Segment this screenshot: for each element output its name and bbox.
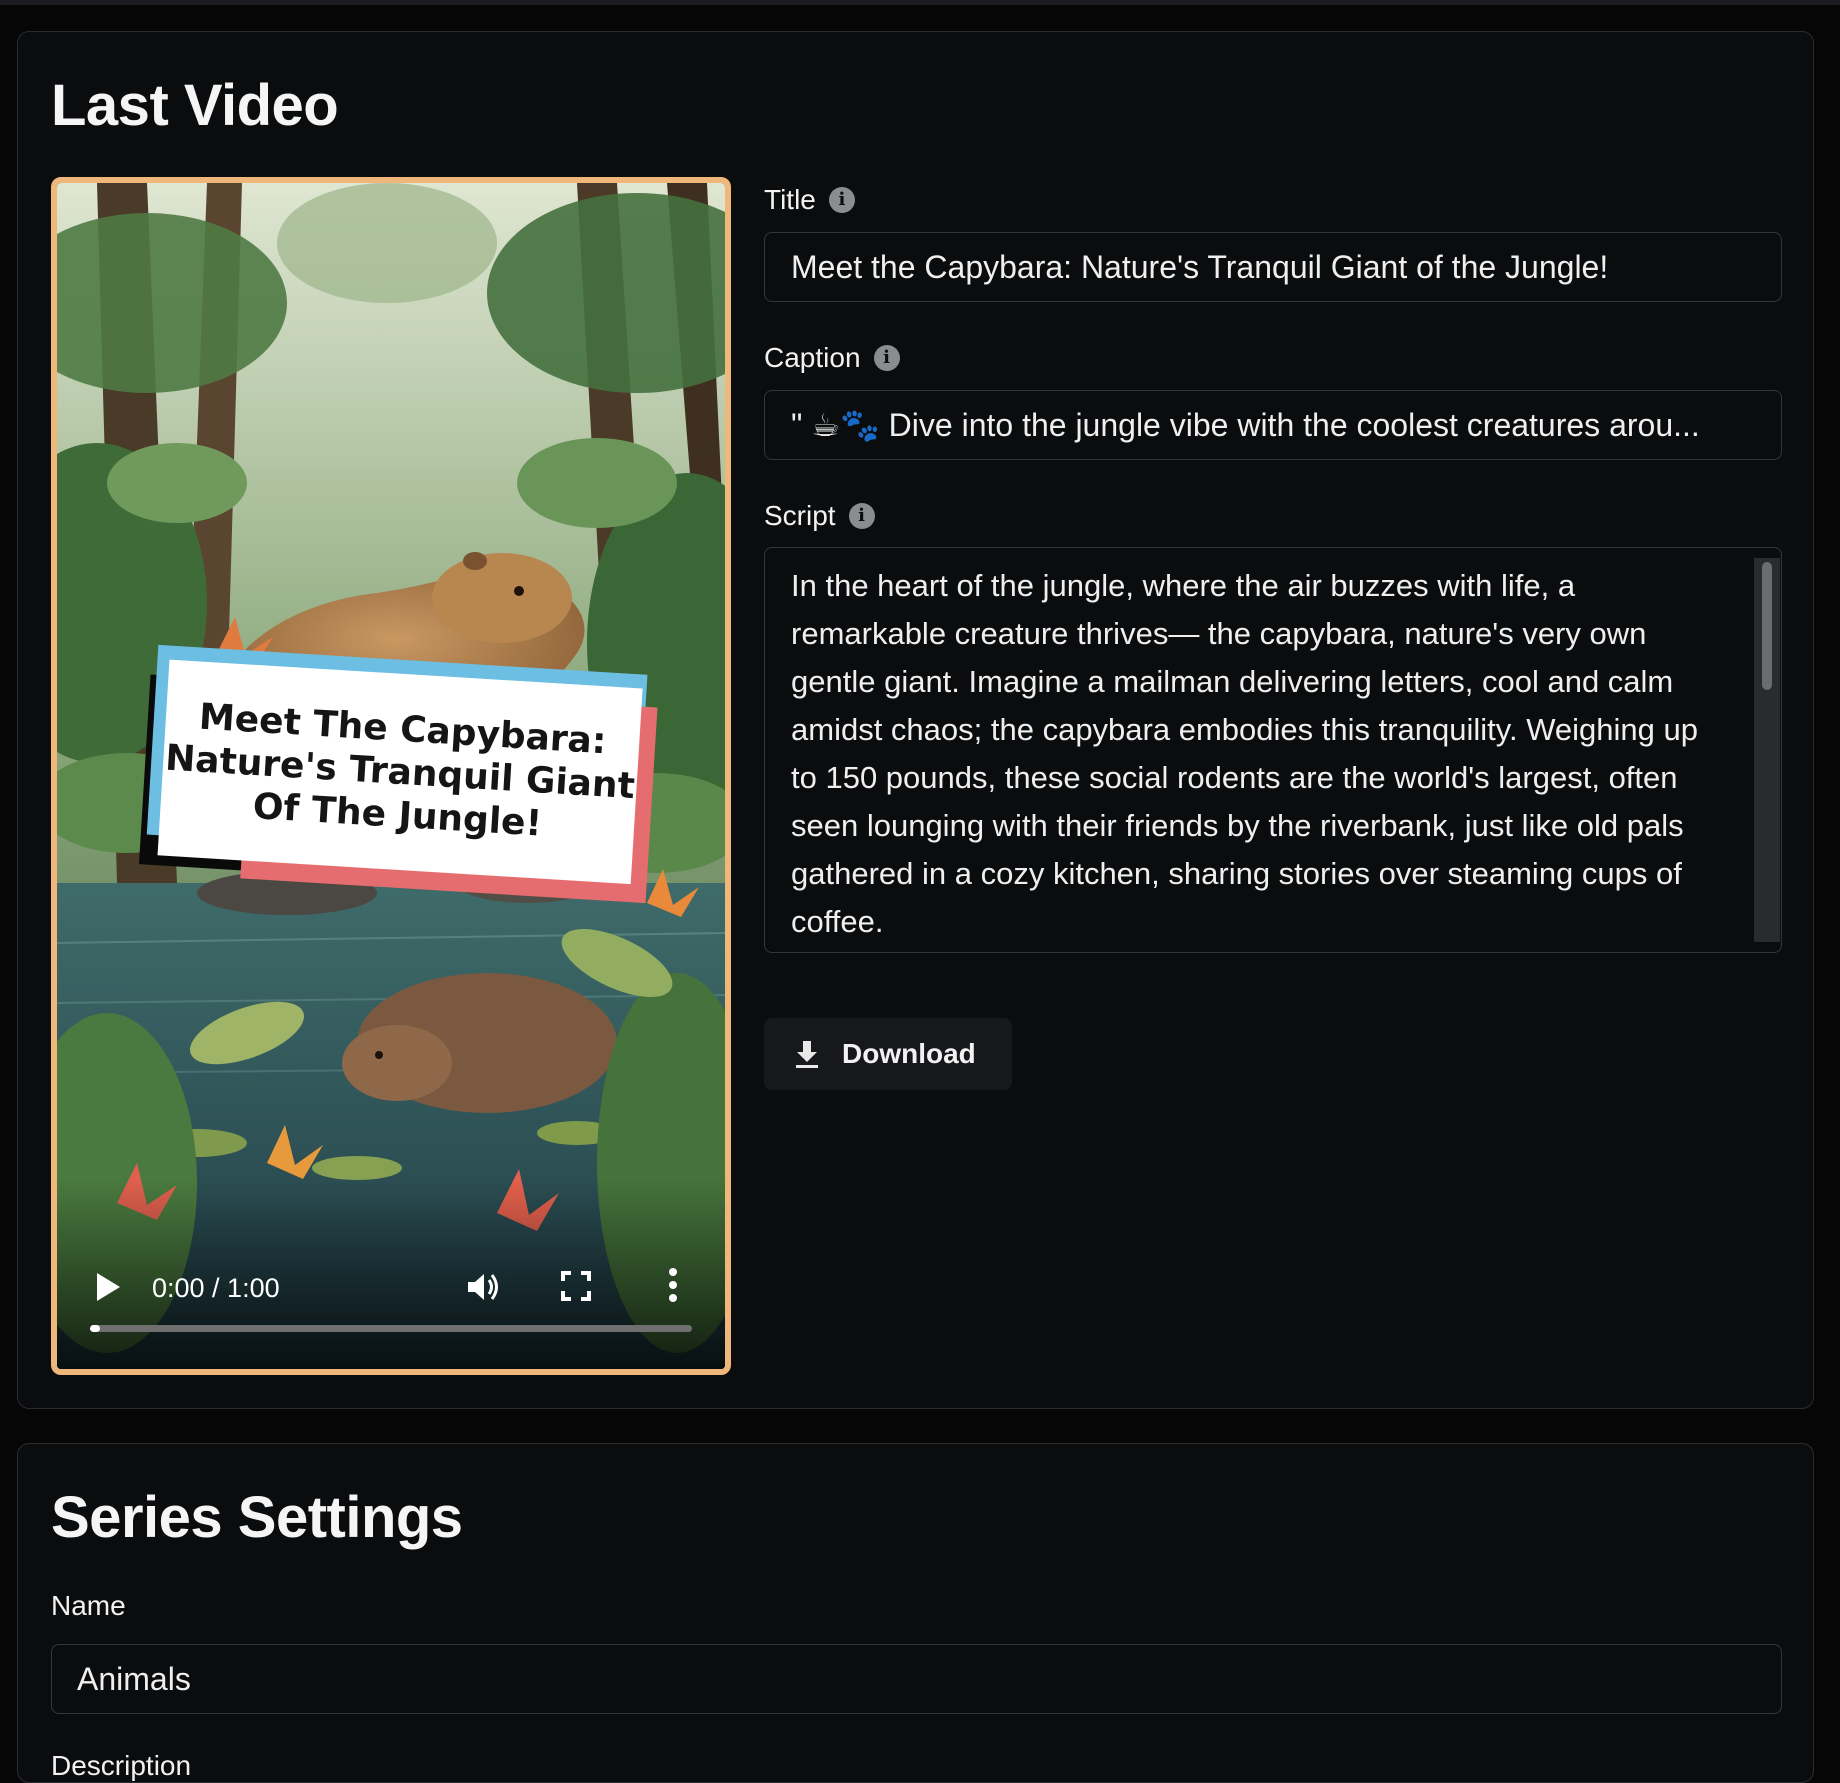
script-text: In the heart of the jungle, where the ai… — [791, 568, 1698, 939]
script-scrollbar[interactable] — [1754, 558, 1780, 942]
script-label: Script i — [764, 500, 875, 532]
video-controls: 0:00 / 1:00 — [57, 1253, 725, 1323]
volume-icon[interactable] — [462, 1267, 502, 1307]
download-icon — [796, 1041, 818, 1068]
caption-label: Caption i — [764, 342, 900, 374]
video-player[interactable]: Meet The Capybara: Nature's Tranquil Gia… — [51, 177, 731, 1375]
info-icon[interactable]: i — [848, 503, 875, 529]
last-video-heading: Last Video — [51, 73, 339, 138]
caption-input[interactable]: " ☕🐾 Dive into the jungle vibe with the … — [764, 390, 1782, 460]
top-divider — [0, 0, 1840, 5]
info-icon[interactable]: i — [873, 345, 900, 371]
fullscreen-icon[interactable] — [559, 1269, 593, 1303]
last-video-card: Last Video Meet The Capybara: Nature's T… — [17, 31, 1814, 1409]
series-settings-card: Series Settings Name Animals Description — [17, 1443, 1814, 1783]
download-button[interactable]: Download — [764, 1018, 1012, 1090]
download-label: Download — [842, 1038, 976, 1069]
video-overlay-text: Meet The Capybara: Nature's Tranquil Gia… — [164, 696, 637, 845]
video-time: 0:00 / 1:00 — [152, 1273, 280, 1303]
title-input[interactable]: Meet the Capybara: Nature's Tranquil Gia… — [764, 232, 1782, 302]
video-title-overlay: Meet The Capybara: Nature's Tranquil Gia… — [138, 644, 658, 904]
info-icon[interactable]: i — [828, 187, 855, 213]
series-name-input[interactable]: Animals — [51, 1644, 1782, 1714]
video-progress-fill — [90, 1325, 100, 1332]
scrollbar-thumb[interactable] — [1762, 562, 1772, 690]
video-progress-bar[interactable] — [90, 1325, 692, 1332]
title-label: Title i — [764, 184, 855, 216]
series-description-label: Description — [51, 1750, 192, 1781]
series-settings-heading: Series Settings — [51, 1485, 463, 1550]
script-textarea[interactable]: In the heart of the jungle, where the ai… — [764, 547, 1782, 953]
series-name-label: Name — [51, 1590, 126, 1621]
more-vertical-icon[interactable] — [663, 1265, 683, 1305]
play-icon[interactable] — [93, 1270, 123, 1304]
